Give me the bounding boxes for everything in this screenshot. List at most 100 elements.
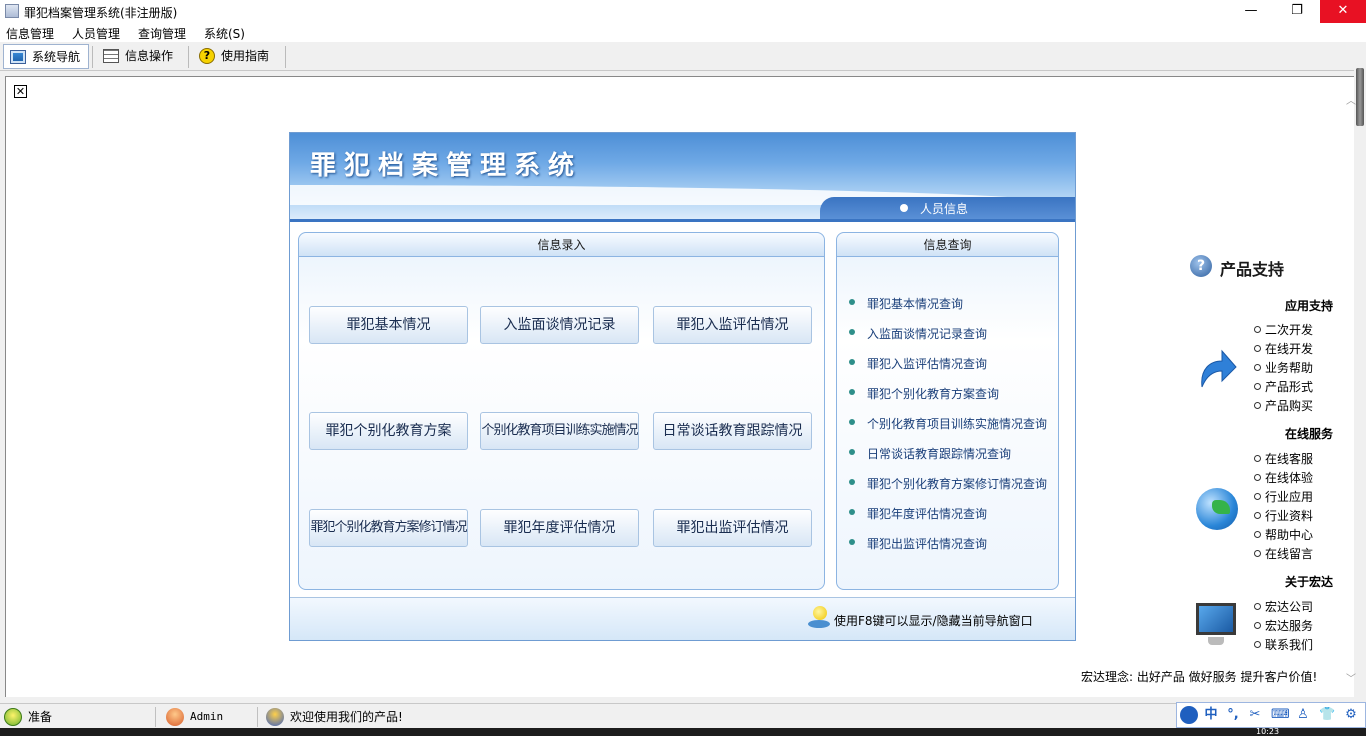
toolbar-separator [92, 46, 93, 68]
entry-button-daily-talk-tracking[interactable]: 日常谈话教育跟踪情况 [653, 412, 812, 450]
app-icon [5, 4, 19, 18]
info-entry-box: 信息录入 罪犯基本情况 入监面谈情况记录 罪犯入监评估情况 罪犯个别化教育方案 … [298, 232, 825, 590]
entry-button-plan-revision[interactable]: 罪犯个别化教育方案修订情况 [309, 509, 468, 547]
arrow-icon [1201, 349, 1237, 388]
panel-footer: 使用F8键可以显示/隐藏当前导航窗口 [290, 597, 1075, 640]
menu-personnel-management[interactable]: 人员管理 [72, 25, 120, 42]
footer-hint: 使用F8键可以显示/隐藏当前导航窗口 [834, 614, 1033, 628]
link-product-form[interactable]: 产品形式 [1254, 378, 1313, 395]
vertical-scrollbar[interactable] [1354, 66, 1366, 697]
question-icon: ? [1190, 255, 1212, 277]
banner: 罪犯档案管理系统 人员信息 [290, 133, 1075, 219]
status-welcome-text: 欢迎使用我们的产品! [290, 710, 403, 724]
ime-settings-icon[interactable]: ⚙ [1343, 707, 1359, 723]
ime-punctuation-icon[interactable]: °, [1225, 707, 1241, 723]
entry-button-training-implementation[interactable]: 个别化教育项目训练实施情况 [480, 412, 639, 450]
entry-button-release-assessment[interactable]: 罪犯出监评估情况 [653, 509, 812, 547]
link-help-center[interactable]: 帮助中心 [1254, 526, 1313, 543]
link-industry-application[interactable]: 行业应用 [1254, 488, 1313, 505]
system-navigation-label: 系统导航 [32, 50, 81, 64]
globe-icon [1196, 488, 1238, 530]
menu-query-management[interactable]: 查询管理 [138, 25, 186, 42]
link-online-development[interactable]: 在线开发 [1254, 340, 1313, 357]
menu-info-management[interactable]: 信息管理 [6, 25, 54, 42]
window-title: 罪犯档案管理系统(非注册版) [24, 6, 178, 20]
link-contact-us[interactable]: 联系我们 [1254, 636, 1313, 653]
ime-logo-icon[interactable] [1180, 706, 1198, 724]
company-slogan: 宏达理念: 出好产品 做好服务 提升客户价值! [1081, 670, 1318, 684]
user-guide-label: 使用指南 [221, 49, 270, 63]
info-query-box: 信息查询 罪犯基本情况查询 入监面谈情况记录查询 罪犯入监评估情况查询 罪犯个别… [836, 232, 1059, 590]
entry-button-education-plan[interactable]: 罪犯个别化教育方案 [309, 412, 468, 450]
bullet-icon [849, 389, 855, 395]
ime-scissors-icon[interactable]: ✂ [1247, 707, 1263, 723]
link-business-help[interactable]: 业务帮助 [1254, 359, 1313, 376]
link-industry-materials[interactable]: 行业资料 [1254, 507, 1313, 524]
bullet-icon [849, 359, 855, 365]
bullet-icon [849, 329, 855, 335]
taskbar-clock: 10:23 [1256, 728, 1280, 736]
link-online-experience[interactable]: 在线体验 [1254, 469, 1313, 486]
ime-chinese-mode[interactable]: 中 [1203, 707, 1219, 723]
link-secondary-development[interactable]: 二次开发 [1254, 321, 1313, 338]
link-online-message[interactable]: 在线留言 [1254, 545, 1313, 562]
table-icon [103, 49, 119, 63]
toolbar-separator [285, 46, 286, 68]
bullet-icon [849, 539, 855, 545]
monitor-icon [1196, 603, 1236, 647]
banner-divider [290, 219, 1075, 222]
user-guide-button[interactable]: ? 使用指南 [193, 44, 283, 69]
close-button[interactable]: ✕ [1320, 0, 1366, 23]
status-welcome: 欢迎使用我们的产品! [262, 707, 562, 727]
toolbar: 系统导航 信息操作 ? 使用指南 [0, 42, 1366, 71]
monitor-icon [10, 50, 26, 64]
info-operation-label: 信息操作 [125, 49, 174, 63]
title-bar: 罪犯档案管理系统(非注册版) — ❐ ✕ [0, 0, 1366, 23]
restore-button[interactable]: ❐ [1274, 0, 1320, 23]
users-icon [266, 708, 284, 726]
ime-person-icon[interactable]: ♙ [1295, 707, 1311, 723]
support-title: 产品支持 [1220, 260, 1285, 279]
menu-system[interactable]: 系统(S) [204, 25, 245, 42]
entry-button-admission-assessment[interactable]: 罪犯入监评估情况 [653, 306, 812, 344]
banner-title: 罪犯档案管理系统 [310, 151, 583, 181]
toolbar-separator [188, 46, 189, 68]
entry-button-admission-interview[interactable]: 入监面谈情况记录 [480, 306, 639, 344]
link-hongda-service[interactable]: 宏达服务 [1254, 617, 1313, 634]
status-bar: 准备 Admin 欢迎使用我们的产品! [0, 703, 1366, 728]
status-user-text: Admin [190, 710, 224, 723]
status-ready-text: 准备 [28, 710, 53, 724]
link-product-purchase[interactable]: 产品购买 [1254, 397, 1313, 414]
ime-keyboard-icon[interactable]: ⌨ [1271, 707, 1290, 723]
ime-toolbar: 中 °, ✂ ⌨ ♙ 👕 ⚙ [1176, 702, 1366, 728]
scroll-down-icon[interactable]: ﹀ [1346, 670, 1356, 685]
bullet-icon [849, 449, 855, 455]
bullet-icon [849, 479, 855, 485]
link-hongda-company[interactable]: 宏达公司 [1254, 598, 1313, 615]
info-query-title: 信息查询 [837, 233, 1058, 257]
bullet-icon [849, 509, 855, 515]
section-about-hongda: 关于宏达 [1285, 575, 1334, 589]
link-online-customer-service[interactable]: 在线客服 [1254, 450, 1313, 467]
entry-button-annual-assessment[interactable]: 罪犯年度评估情况 [480, 509, 639, 547]
help-icon: ? [199, 48, 215, 64]
navigation-panel: 罪犯档案管理系统 人员信息 信息录入 罪犯基本情况 入监面谈情况记录 罪犯入监评… [289, 132, 1076, 641]
ready-icon [4, 708, 22, 726]
user-icon [166, 708, 184, 726]
entry-button-basic-info[interactable]: 罪犯基本情况 [309, 306, 468, 344]
info-operation-button[interactable]: 信息操作 [97, 44, 185, 69]
close-document-icon[interactable]: ✕ [14, 85, 27, 98]
info-entry-title: 信息录入 [299, 233, 824, 257]
scrollbar-thumb[interactable] [1356, 68, 1364, 126]
banner-dot-icon [900, 204, 908, 212]
ime-skin-icon[interactable]: 👕 [1319, 707, 1335, 723]
scroll-up-icon[interactable]: ︿ [1346, 92, 1356, 107]
menu-bar: 信息管理 人员管理 查询管理 系统(S) [0, 23, 1366, 42]
status-user: Admin [162, 707, 258, 727]
taskbar [0, 728, 1366, 736]
system-navigation-button[interactable]: 系统导航 [3, 44, 89, 69]
section-app-support: 应用支持 [1285, 299, 1334, 313]
minimize-button[interactable]: — [1228, 0, 1274, 23]
lightbulb-icon [808, 606, 830, 630]
bullet-icon [849, 299, 855, 305]
